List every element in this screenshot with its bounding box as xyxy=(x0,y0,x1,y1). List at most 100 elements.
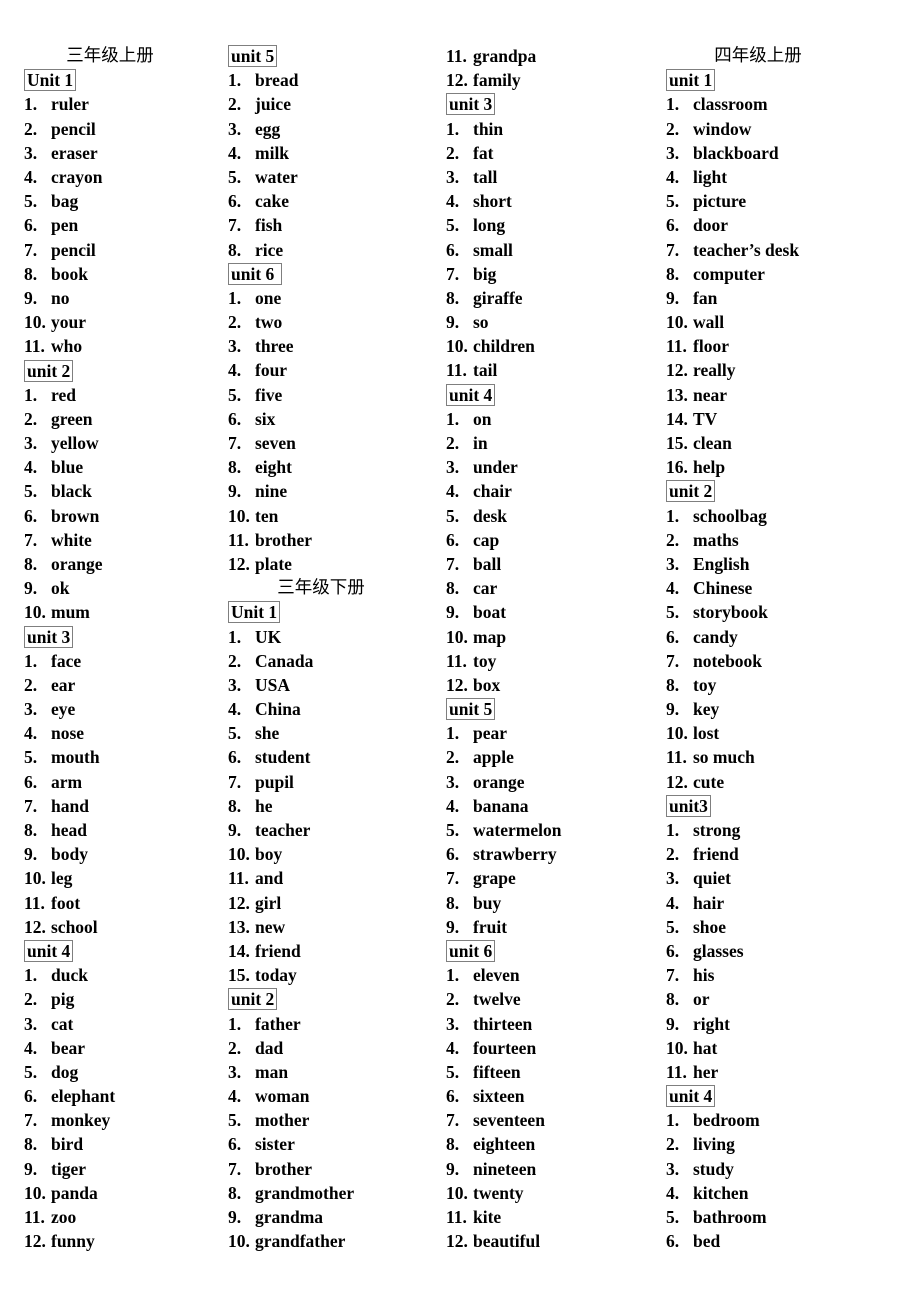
word-entry-text: boat xyxy=(473,602,507,623)
word-entry-number: 6. xyxy=(228,747,242,768)
word-entry: 3. eye xyxy=(24,697,218,721)
word-entry: 2. juice xyxy=(228,92,436,116)
word-entry: 9. ok xyxy=(24,576,218,600)
word-entry-number: 6. xyxy=(446,239,460,260)
word-entry: 6. sister xyxy=(228,1132,436,1156)
word-entry-text: eight xyxy=(255,457,292,478)
word-entry-number: 10. xyxy=(228,1231,250,1252)
word-entry-number: 11. xyxy=(446,1207,467,1227)
word-entry: 12. cute xyxy=(666,770,872,794)
word-entry-number: 2. xyxy=(228,650,242,671)
word-entry-number: 4. xyxy=(666,1182,680,1203)
word-entry: 7. brother xyxy=(228,1157,436,1181)
word-entry: 11. floor xyxy=(666,334,872,358)
word-entry: 7. ball xyxy=(446,552,654,576)
word-entry-number: 1. xyxy=(666,820,680,840)
word-entry-number: 8. xyxy=(228,239,242,260)
word-entry-text: eleven xyxy=(473,965,520,986)
word-entry: 10. leg xyxy=(24,866,218,890)
word-entry: 8. or xyxy=(666,987,872,1011)
word-entry: 2. twelve xyxy=(446,987,654,1011)
word-entry-number: 8. xyxy=(24,263,38,284)
word-entry-number: 10. xyxy=(666,1037,688,1058)
word-entry: 9. grandma xyxy=(228,1205,436,1229)
word-entry-number: 10. xyxy=(24,602,46,623)
word-entry-text: ok xyxy=(51,578,70,599)
word-entry: 6. sixteen xyxy=(446,1084,654,1108)
word-entry-number: 5. xyxy=(446,505,460,526)
word-entry-text: strong xyxy=(693,820,741,840)
unit-heading-box: unit3 xyxy=(666,794,711,817)
word-entry-text: blue xyxy=(51,457,84,478)
word-entry-text: toy xyxy=(473,650,497,671)
word-entry-text: in xyxy=(473,433,488,453)
word-entry-number: 6. xyxy=(228,1134,242,1155)
word-entry-text: English xyxy=(693,553,750,574)
word-entry: 7. big xyxy=(446,262,654,286)
word-entry-number: 6. xyxy=(228,408,242,429)
word-entry-number: 10. xyxy=(446,626,468,647)
word-entry-text: so xyxy=(473,312,489,333)
word-entry: 11. grandpa xyxy=(446,44,654,68)
word-entry: 9. right xyxy=(666,1012,872,1036)
word-entry-number: 7. xyxy=(666,239,680,260)
word-entry-text: schoolbag xyxy=(693,505,767,526)
word-entry-text: teacher xyxy=(255,820,311,840)
word-entry-number: 6. xyxy=(666,1231,680,1252)
word-entry: 1. bread xyxy=(228,68,436,92)
word-entry-number: 12. xyxy=(446,70,468,91)
word-entry-text: brown xyxy=(51,505,100,526)
word-entry-text: on xyxy=(473,408,492,429)
word-entry-number: 7. xyxy=(24,529,38,550)
word-entry: 8. he xyxy=(228,794,436,818)
word-entry-number: 7. xyxy=(446,868,460,889)
word-entry-text: arm xyxy=(51,771,83,792)
word-entry: 4. light xyxy=(666,165,872,189)
word-entry: 11. foot xyxy=(24,891,218,915)
word-entry-number: 6. xyxy=(24,215,38,236)
word-entry: 7. monkey xyxy=(24,1108,218,1132)
word-entry-number: 6. xyxy=(24,771,38,792)
word-entry: 1. bedroom xyxy=(666,1108,872,1132)
word-entry-number: 3. xyxy=(24,433,38,453)
word-entry: 10. your xyxy=(24,310,218,334)
word-entry-number: 3. xyxy=(446,1013,460,1034)
word-entry: 5. shoe xyxy=(666,915,872,939)
unit-heading-box: unit 4 xyxy=(446,383,496,406)
word-entry-number: 1. xyxy=(446,965,460,986)
word-entry-number: 12. xyxy=(24,1231,46,1252)
word-entry: 7. white xyxy=(24,528,218,552)
word-entry-text: light xyxy=(693,166,728,187)
word-entry: 9. no xyxy=(24,286,218,310)
word-entry: 10. children xyxy=(446,334,654,358)
word-entry-text: under xyxy=(473,457,518,478)
word-entry-number: 11. xyxy=(666,747,687,768)
word-entry: 11. zoo xyxy=(24,1205,218,1229)
word-entry-text: rice xyxy=(255,239,284,260)
word-entry-text: seven xyxy=(255,433,296,453)
word-entry: 3. study xyxy=(666,1157,872,1181)
word-entry-number: 3. xyxy=(446,457,460,478)
unit-heading-row: unit 2 xyxy=(666,479,872,503)
word-entry-text: floor xyxy=(693,336,729,357)
word-entry-text: teacher’s desk xyxy=(693,239,800,260)
word-entry: 1. father xyxy=(228,1012,436,1036)
word-entry: 4. chair xyxy=(446,479,654,503)
word-entry-text: box xyxy=(473,674,501,695)
word-entry-number: 13. xyxy=(228,916,250,937)
word-entry-text: no xyxy=(51,287,70,308)
word-entry: 2. window xyxy=(666,117,872,141)
unit-heading-row: unit 4 xyxy=(24,939,218,963)
word-entry: 2. pencil xyxy=(24,117,218,141)
word-entry: 7. grape xyxy=(446,866,654,890)
word-entry-number: 15. xyxy=(666,433,688,453)
word-entry: 6. arm xyxy=(24,770,218,794)
word-entry: 1. UK xyxy=(228,625,436,649)
word-entry-text: hat xyxy=(693,1037,718,1058)
word-entry-text: or xyxy=(693,989,710,1010)
word-entry-text: door xyxy=(693,215,728,236)
word-entry-text: buy xyxy=(473,892,502,913)
word-entry-number: 9. xyxy=(446,602,460,623)
word-entry-number: 12. xyxy=(446,674,468,695)
word-entry-number: 6. xyxy=(24,505,38,526)
